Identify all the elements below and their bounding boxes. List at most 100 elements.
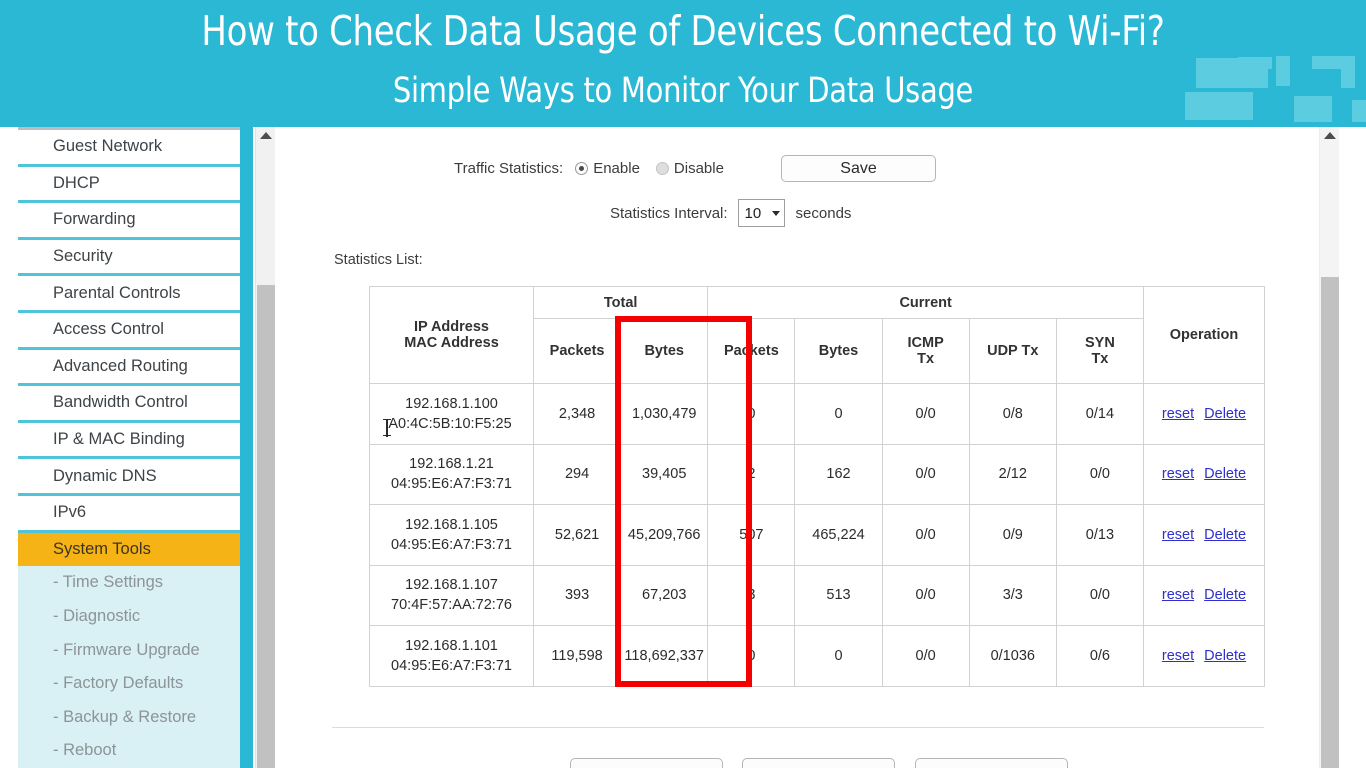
cell-current-bytes: 465,224	[794, 504, 883, 566]
statistics-interval-value: 10	[744, 204, 762, 222]
cell-total-bytes: 39,405	[620, 443, 709, 505]
cell-mac-address-text: 70:4F:57:AA:72:76	[391, 597, 512, 614]
delete-link[interactable]: Delete	[1204, 466, 1246, 482]
sidebar-subitem-backup-restore[interactable]: - Backup & Restore	[18, 700, 240, 735]
col-header-operation: Operation	[1143, 286, 1265, 384]
sidebar-subitem-reboot[interactable]: - Reboot	[18, 734, 240, 768]
cell-current-packets: 3	[707, 564, 796, 626]
cell-syn-tx: 0/0	[1055, 564, 1145, 626]
sidebar-item-dynamic-dns[interactable]: Dynamic DNS	[18, 456, 240, 493]
scrollbar-thumb[interactable]	[257, 285, 275, 768]
cell-operation: reset Delete	[1143, 564, 1265, 626]
cell-mac-address-text: 04:95:E6:A7:F3:71	[391, 657, 512, 674]
traffic-statistics-label: Traffic Statistics:	[454, 160, 564, 177]
cell-total-packets: 294	[532, 443, 622, 505]
cell-mac-address: 04:95:E6:A7:F3:71	[370, 474, 533, 494]
cell-ip-mac: 192.168.1.105 04:95:E6:A7:F3:71	[369, 504, 534, 566]
enable-radio-icon[interactable]	[575, 162, 589, 175]
sidebar-subitem-factory-defaults[interactable]: - Factory Defaults	[18, 666, 240, 701]
scroll-up-arrow-icon[interactable]	[1320, 127, 1339, 144]
cell-total-packets: 52,621	[532, 504, 622, 566]
col-header-udp-tx: UDP Tx	[968, 318, 1057, 384]
cell-icmp-tx: 0/0	[881, 625, 970, 687]
col-header-total-packets: Packets	[532, 318, 622, 384]
banner-subtitle: Simple Ways to Monitor Your Data Usage	[392, 71, 974, 111]
reset-link[interactable]: reset	[1162, 466, 1194, 482]
sidebar-item-parental-controls[interactable]: Parental Controls	[18, 273, 240, 310]
syn-tx-line2: Tx	[1091, 351, 1109, 367]
page-root: How to Check Data Usage of Devices Conne…	[0, 0, 1366, 768]
cell-current-packets: 2	[707, 443, 796, 505]
delete-link[interactable]: Delete	[1204, 648, 1246, 664]
cell-syn-tx: 0/6	[1055, 625, 1145, 687]
cell-ip-address: 192.168.1.100	[405, 395, 498, 412]
sidebar-scrollbar[interactable]	[255, 127, 275, 768]
bottom-button-2[interactable]	[742, 758, 895, 768]
cell-udp-tx: 2/12	[968, 443, 1057, 505]
delete-link[interactable]: Delete	[1204, 527, 1246, 543]
sidebar-item-bandwidth-control[interactable]: Bandwidth Control	[18, 383, 240, 420]
cell-current-bytes: 513	[794, 564, 883, 626]
banner-decoration-block	[1352, 100, 1366, 122]
disable-radio-option[interactable]: Disable	[655, 160, 728, 177]
reset-link[interactable]: reset	[1162, 527, 1194, 543]
delete-link[interactable]: Delete	[1204, 406, 1246, 422]
sidebar-subitem-time-settings[interactable]: - Time Settings	[18, 566, 240, 600]
col-header-icmp-tx: ICMP Tx	[881, 318, 970, 384]
sidebar-item-dhcp[interactable]: DHCP	[18, 163, 240, 201]
sidebar-item-advanced-routing[interactable]: Advanced Routing	[18, 346, 240, 384]
cell-ip-address: 192.168.1.107	[405, 577, 498, 594]
page-banner: How to Check Data Usage of Devices Conne…	[0, 0, 1366, 127]
page-scrollbar[interactable]	[1319, 127, 1339, 768]
bottom-button-1[interactable]	[570, 758, 723, 768]
delete-link[interactable]: Delete	[1204, 587, 1246, 603]
cell-total-bytes: 45,209,766	[620, 504, 709, 566]
col-header-current-bytes: Bytes	[794, 318, 883, 384]
disable-radio-icon[interactable]	[655, 162, 669, 175]
scroll-up-arrow-icon[interactable]	[256, 127, 275, 144]
save-button[interactable]: Save	[781, 155, 936, 182]
cell-ip-mac: 192.168.1.101 04:95:E6:A7:F3:71	[369, 625, 534, 687]
cell-ip-mac: 192.168.1.21 04:95:E6:A7:F3:71	[369, 443, 534, 505]
scrollbar-thumb[interactable]	[1321, 277, 1339, 768]
cell-total-bytes: 1,030,479	[620, 383, 709, 445]
syn-tx-line1: SYN	[1085, 335, 1115, 351]
sidebar-subitem-diagnostic[interactable]: - Diagnostic	[18, 599, 240, 634]
reset-link[interactable]: reset	[1162, 406, 1194, 422]
bottom-button-3[interactable]	[915, 758, 1068, 768]
cell-mac-address-text: 04:95:E6:A7:F3:71	[391, 476, 512, 493]
table-row: 192.168.1.101 04:95:E6:A7:F3:71 119,598 118…	[369, 625, 1265, 687]
cell-mac-address: 04:95:E6:A7:F3:71	[370, 656, 533, 676]
col-header-mac-address: MAC Address	[404, 335, 499, 351]
cell-udp-tx: 0/1036	[968, 625, 1057, 687]
table-row: 192.168.1.100 A0:4C:5B:10:F5:25 2,348 1,030…	[369, 383, 1265, 445]
cell-ip-address: 192.168.1.101	[405, 637, 498, 654]
reset-link[interactable]: reset	[1162, 648, 1194, 664]
table-group-header-row: IP Address MAC Address Total Current Ope…	[369, 286, 1265, 384]
sidebar-subitem-firmware-upgrade[interactable]: - Firmware Upgrade	[18, 633, 240, 667]
cell-total-bytes: 67,203	[620, 564, 709, 626]
cell-current-bytes: 0	[794, 625, 883, 687]
statistics-interval-row: Statistics Interval: 10 seconds	[610, 199, 851, 227]
cell-syn-tx: 0/13	[1055, 504, 1145, 566]
col-header-total-bytes: Bytes	[620, 318, 709, 384]
sidebar-item-guest-network[interactable]: Guest Network	[18, 127, 240, 164]
sidebar-item-ipv6[interactable]: IPv6	[18, 492, 240, 530]
sidebar-item-access-control[interactable]: Access Control	[18, 309, 240, 347]
cell-operation: reset Delete	[1143, 383, 1265, 445]
cell-total-packets: 119,598	[532, 625, 622, 687]
cell-syn-tx: 0/14	[1055, 383, 1145, 445]
sidebar-item-forwarding[interactable]: Forwarding	[18, 200, 240, 237]
sidebar-item-ip-mac-binding[interactable]: IP & MAC Binding	[18, 419, 240, 457]
cell-mac-address-text: 04:95:E6:A7:F3:71	[391, 536, 512, 553]
sidebar-item-security[interactable]: Security	[18, 236, 240, 274]
group-header-current: Current	[707, 286, 1144, 319]
cell-ip-mac: 192.168.1.107 70:4F:57:AA:72:76	[369, 564, 534, 626]
enable-radio-option[interactable]: Enable	[575, 160, 644, 177]
statistics-list-label: Statistics List:	[334, 252, 423, 268]
statistics-interval-select[interactable]: 10	[737, 199, 785, 227]
reset-link[interactable]: reset	[1162, 587, 1194, 603]
table-row: 192.168.1.105 04:95:E6:A7:F3:71 52,621 45,2…	[369, 504, 1265, 566]
sidebar-menu: Guest Network DHCP Forwarding Security Paren…	[18, 127, 240, 768]
sidebar-item-system-tools[interactable]: System Tools	[18, 529, 240, 567]
